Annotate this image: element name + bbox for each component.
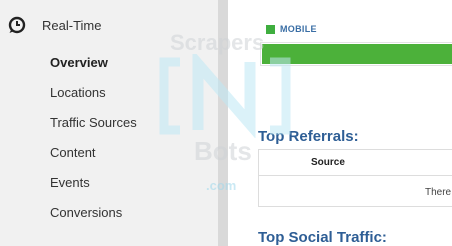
sidebar-section-label: Real-Time — [42, 18, 102, 33]
table-empty-message: There — [425, 187, 452, 198]
referrals-table: Source There — [258, 149, 452, 207]
column-header-source[interactable]: Source — [311, 157, 345, 168]
sidebar-section-realtime[interactable]: Real-Time — [0, 10, 218, 40]
legend-swatch — [266, 24, 275, 34]
legend-label-mobile: MOBILE — [280, 24, 317, 34]
device-legend: MOBILE — [266, 24, 317, 34]
top-referrals-heading: Top Referrals: — [258, 128, 359, 145]
sidebar-item-locations[interactable]: Locations — [50, 85, 106, 101]
sidebar-item-events[interactable]: Events — [50, 175, 90, 191]
sidebar-item-content[interactable]: Content — [50, 145, 96, 161]
sidebar: Real-Time Overview Locations Traffic Sou… — [0, 0, 218, 246]
main-content: MOBILE Top Referrals: Source There Top S… — [228, 0, 452, 246]
sidebar-item-traffic-sources[interactable]: Traffic Sources — [50, 115, 137, 131]
clock-icon — [8, 16, 26, 34]
table-header-row: Source — [259, 150, 452, 176]
sidebar-item-conversions[interactable]: Conversions — [50, 205, 122, 221]
sidebar-divider[interactable] — [218, 0, 228, 246]
mobile-share-bar — [262, 44, 452, 64]
sidebar-item-overview[interactable]: Overview — [50, 55, 108, 71]
top-social-heading: Top Social Traffic: — [258, 229, 387, 246]
